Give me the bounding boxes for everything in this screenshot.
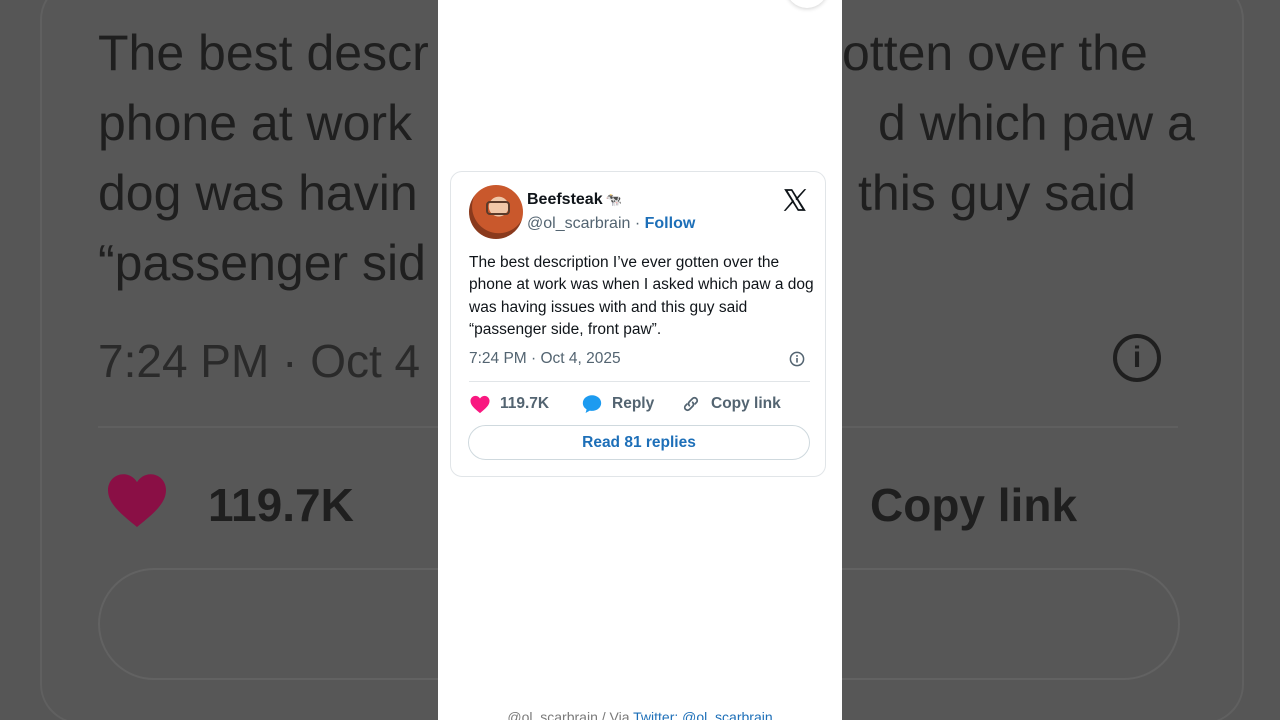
background-timestamp: 7:24 PM · Oct 4 [98, 335, 421, 387]
background-copy-link: Copy link [870, 479, 1078, 531]
credit-link[interactable]: Twitter: @ol_scarbrain [633, 709, 772, 720]
background-text-line: “passenger sid [98, 235, 426, 291]
link-icon [683, 396, 699, 412]
video-frame: The best descr phone at work dog was hav… [0, 0, 1280, 720]
speech-bubble-icon [582, 395, 602, 413]
action-bar: 119.7K Reply Copy link [469, 392, 810, 416]
cow-emoji-icon: 🐄 [605, 192, 622, 207]
background-text-line: dog was havin [98, 165, 418, 221]
background-text-line: The best descr [98, 25, 429, 81]
display-name[interactable]: Beefsteak 🐄 [527, 191, 622, 209]
follow-button[interactable]: Follow [645, 215, 696, 232]
background-text-line: phone at work [98, 95, 413, 151]
user-handle[interactable]: @ol_scarbrain [527, 215, 630, 232]
reply-button[interactable]: Reply [581, 392, 654, 416]
source-credit: @ol_scarbrain / Via Twitter: @ol_scarbra… [438, 709, 842, 720]
background-text-line: d which paw a [878, 95, 1195, 151]
credit-prefix: @ol_scarbrain / Via [507, 709, 634, 720]
handle-separator: · [630, 215, 645, 232]
reply-label: Reply [612, 395, 655, 412]
heart-icon [470, 395, 490, 414]
handle-row: @ol_scarbrain · Follow [527, 215, 695, 233]
tweet-timestamp[interactable]: 7:24 PM · Oct 4, 2025 [469, 350, 621, 368]
avatar[interactable] [469, 185, 523, 239]
display-name-text: Beefsteak [527, 191, 603, 208]
background-like-count: 119.7K [208, 479, 354, 531]
background-text-line: this guy said [858, 165, 1136, 221]
action-divider [469, 381, 810, 382]
like-button[interactable]: 119.7K [469, 392, 549, 416]
copy-link-button[interactable]: Copy link [680, 392, 781, 416]
copy-link-label: Copy link [711, 395, 781, 412]
tweet-card: Beefsteak 🐄 @ol_scarbrain · Follow The be… [450, 171, 826, 477]
background-heart-icon [108, 474, 166, 527]
top-round-button[interactable] [786, 0, 828, 8]
info-icon[interactable] [789, 351, 805, 367]
background-info-icon: i [1113, 334, 1161, 382]
content-panel: Beefsteak 🐄 @ol_scarbrain · Follow The be… [438, 0, 842, 720]
like-count: 119.7K [500, 395, 550, 412]
read-replies-button[interactable]: Read 81 replies [468, 425, 810, 460]
background-text-line: otten over the [842, 25, 1148, 81]
tweet-text: The best description I’ve ever gotten ov… [469, 254, 814, 338]
x-logo-icon[interactable] [782, 187, 808, 213]
